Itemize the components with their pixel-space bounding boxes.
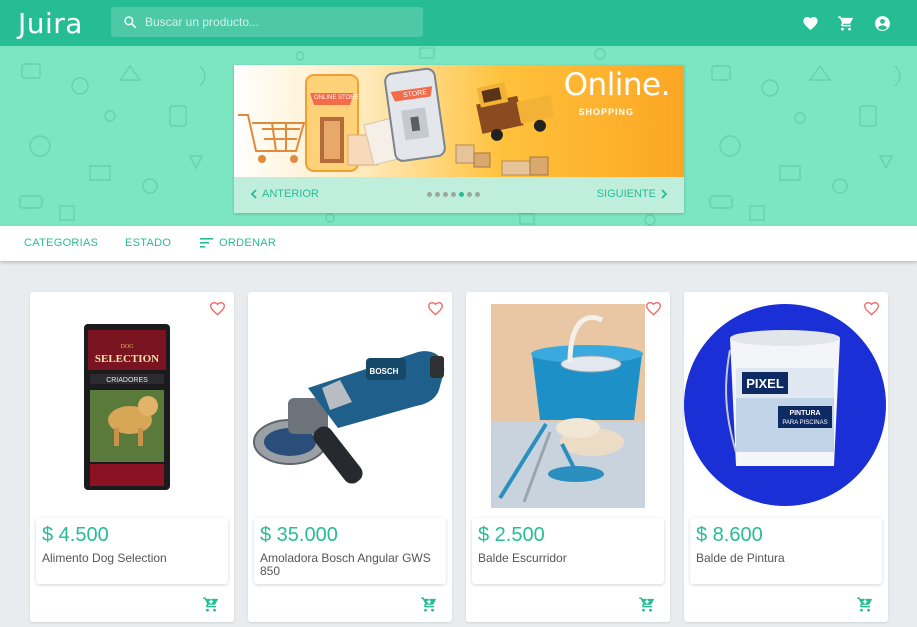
carousel-prev-label: ANTERIOR	[262, 188, 319, 200]
product-info[interactable]: $ 35.000 Amoladora Bosch Angular GWS 850	[254, 518, 446, 584]
bucket-label-piscinas: PARA PISCINAS	[782, 420, 827, 426]
product-info[interactable]: $ 2.500 Balde Escurridor	[472, 518, 664, 584]
search-icon	[124, 16, 137, 29]
product-name: Alimento Dog Selection	[42, 551, 167, 565]
product-info[interactable]: $ 8.600 Balde de Pintura	[690, 518, 882, 584]
sort-icon	[200, 238, 213, 248]
carousel-next-button[interactable]: SIGUIENTE	[597, 188, 668, 200]
categories-button[interactable]: CATEGORIAS	[24, 237, 98, 249]
carousel-next-label: SIGUIENTE	[596, 188, 656, 200]
search-input[interactable]	[145, 15, 405, 29]
store-sign-1: ONLINE STORE	[314, 95, 359, 101]
sort-label: ORDENAR	[219, 237, 277, 249]
carousel-dot[interactable]	[451, 192, 456, 197]
categories-label: CATEGORIAS	[24, 237, 99, 249]
product-name: Balde de Pintura	[696, 551, 785, 565]
carousel-dot[interactable]	[467, 192, 472, 197]
add-cart-icon[interactable]	[856, 596, 874, 613]
carousel-controls: ANTERIOR SIGUIENTE	[234, 177, 684, 213]
heart-outline-icon[interactable]	[863, 301, 880, 316]
bag-label-dog: DOG	[121, 344, 135, 350]
banner-image[interactable]: ONLINE STORE STORE Online. SHOPPING	[234, 65, 684, 177]
angle-grinder-illustration: BOSCH	[253, 351, 445, 484]
banner-title: Online.	[563, 67, 671, 103]
product-price: $ 8.600	[696, 524, 763, 546]
product-price: $ 4.500	[42, 524, 109, 546]
carousel-dot[interactable]	[443, 192, 448, 197]
product-image[interactable]: DOG SELECTION CRIADORES	[30, 302, 234, 508]
promo-carousel: ONLINE STORE STORE Online. SHOPPING ANTE…	[234, 65, 684, 213]
product-image[interactable]: PIXEL PINTURA PARA PISCINAS	[684, 302, 888, 508]
product-card[interactable]: PIXEL PINTURA PARA PISCINAS $ 8.600 Bald…	[684, 292, 888, 622]
product-image[interactable]: BOSCH	[248, 302, 452, 508]
dog-food-bag-illustration: DOG SELECTION CRIADORES	[84, 324, 170, 490]
carousel-dots	[427, 192, 480, 197]
search-box[interactable]	[111, 7, 423, 37]
bucket-label-pintura: PINTURA	[789, 410, 820, 417]
product-card[interactable]: DOG SELECTION CRIADORES $ 4.500 Alimento…	[30, 292, 234, 622]
product-card[interactable]: BOSCH $ 35.000 Amoladora Bosch Angular G…	[248, 292, 452, 622]
cart-button[interactable]	[836, 13, 856, 33]
filter-bar: CATEGORIAS ESTADO ORDENAR	[0, 226, 917, 261]
cart-icon	[838, 15, 853, 31]
product-price: $ 2.500	[478, 524, 545, 546]
account-icon	[874, 15, 890, 31]
carousel-dot[interactable]	[427, 192, 432, 197]
add-cart-icon[interactable]	[420, 596, 438, 613]
mop-bucket-illustration	[491, 304, 645, 508]
chevron-right-icon	[661, 189, 668, 199]
carousel-dot[interactable]	[475, 192, 480, 197]
grinder-label: BOSCH	[370, 367, 399, 376]
top-bar: Juira	[0, 0, 917, 46]
product-name: Amoladora Bosch Angular GWS 850	[260, 551, 431, 578]
add-cart-icon[interactable]	[202, 596, 220, 613]
banner-subtitle: SHOPPING	[578, 107, 634, 117]
heart-icon	[802, 17, 818, 31]
product-image[interactable]	[466, 302, 670, 508]
carousel-dot[interactable]	[435, 192, 440, 197]
hero-section: ONLINE STORE STORE Online. SHOPPING ANTE…	[0, 46, 917, 226]
sort-button[interactable]: ORDENAR	[200, 237, 276, 249]
app-logo[interactable]: Juira	[18, 7, 83, 40]
chevron-left-icon	[250, 189, 257, 199]
state-label: ESTADO	[125, 237, 172, 249]
product-name: Balde Escurridor	[478, 551, 567, 565]
favorites-button[interactable]	[800, 13, 820, 33]
carousel-prev-button[interactable]: ANTERIOR	[250, 188, 319, 200]
bag-label-criadores: CRIADORES	[106, 377, 148, 384]
bag-label-selection: SELECTION	[95, 353, 159, 365]
carousel-dot-active[interactable]	[459, 192, 464, 197]
product-card[interactable]: $ 2.500 Balde Escurridor	[466, 292, 670, 622]
product-info[interactable]: $ 4.500 Alimento Dog Selection	[36, 518, 228, 584]
product-price: $ 35.000	[260, 524, 338, 546]
account-button[interactable]	[872, 13, 892, 33]
bucket-label-pixel: PIXEL	[746, 376, 784, 391]
paint-bucket-illustration: PIXEL PINTURA PARA PISCINAS	[684, 304, 886, 506]
add-cart-icon[interactable]	[638, 596, 656, 613]
state-button[interactable]: ESTADO	[125, 237, 171, 249]
